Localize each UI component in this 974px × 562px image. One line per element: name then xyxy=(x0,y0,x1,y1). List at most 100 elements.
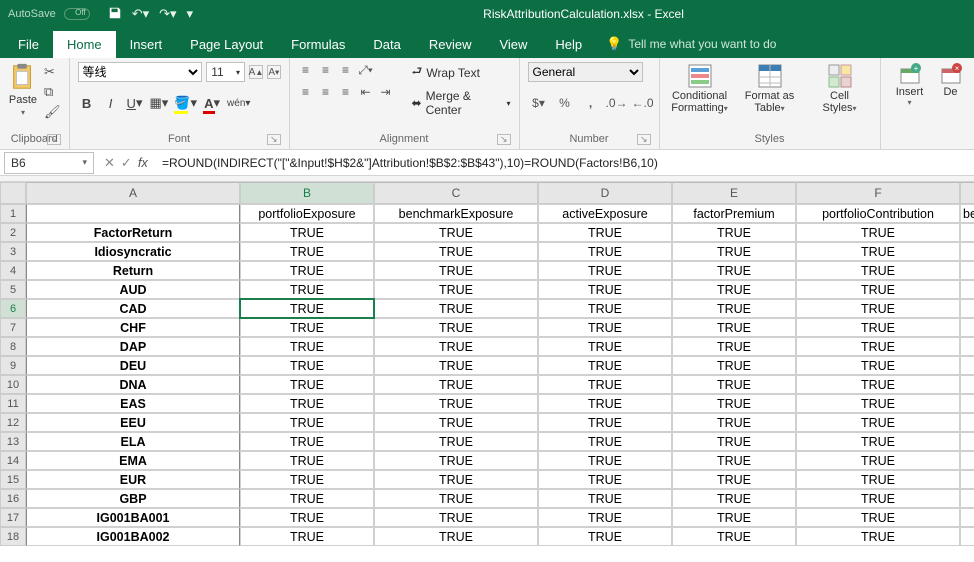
cell[interactable]: TRUE xyxy=(374,470,538,489)
cell[interactable]: TRUE xyxy=(672,413,796,432)
col-header-F[interactable]: F xyxy=(796,182,960,204)
wrap-text-button[interactable]: ⮐ Wrap Text xyxy=(412,62,511,83)
cell[interactable]: TRUE xyxy=(240,375,374,394)
cell[interactable]: FactorReturn xyxy=(26,223,240,242)
row-header-5[interactable]: 5 xyxy=(0,280,26,299)
cell[interactable]: TRUE xyxy=(796,375,960,394)
enter-formula-icon[interactable]: ✓ xyxy=(121,155,132,171)
cell[interactable]: TRUE xyxy=(374,451,538,470)
increase-indent-icon[interactable]: ⇥ xyxy=(378,84,394,100)
delete-cells-button[interactable]: × De xyxy=(937,62,965,98)
cell[interactable]: benchmarkExposure xyxy=(374,204,538,223)
cell[interactable]: Idiosyncratic xyxy=(26,242,240,261)
conditional-formatting-button[interactable]: Conditional Formatting▾ xyxy=(668,62,732,114)
cell[interactable]: EUR xyxy=(26,470,240,489)
cell[interactable]: DAP xyxy=(26,337,240,356)
col-header-A[interactable]: A xyxy=(26,182,240,204)
fill-color-button[interactable]: 🪣▾ xyxy=(174,94,197,112)
cell[interactable]: TRUE xyxy=(672,527,796,546)
tab-view[interactable]: View xyxy=(485,31,541,58)
cell[interactable] xyxy=(960,318,974,337)
align-left-icon[interactable]: ≡ xyxy=(298,84,314,100)
cell[interactable]: TRUE xyxy=(240,432,374,451)
clipboard-launcher[interactable]: ↘ xyxy=(47,134,61,145)
cell[interactable]: TRUE xyxy=(796,489,960,508)
cell[interactable]: TRUE xyxy=(538,280,672,299)
cell[interactable]: TRUE xyxy=(374,223,538,242)
cell[interactable]: TRUE xyxy=(374,413,538,432)
row-header-4[interactable]: 4 xyxy=(0,261,26,280)
cell[interactable] xyxy=(960,337,974,356)
increase-decimal-icon[interactable]: .0→ xyxy=(606,94,628,112)
format-as-table-button[interactable]: Format as Table▾ xyxy=(738,62,802,114)
row-header-2[interactable]: 2 xyxy=(0,223,26,242)
decrease-indent-icon[interactable]: ⇤ xyxy=(358,84,374,100)
cell[interactable]: IG001BA002 xyxy=(26,527,240,546)
align-top-icon[interactable]: ≡ xyxy=(298,62,314,78)
border-button[interactable]: ▦▾ xyxy=(150,94,169,112)
select-all-corner[interactable] xyxy=(0,182,26,204)
tab-file[interactable]: File xyxy=(4,31,53,58)
cell[interactable]: DEU xyxy=(26,356,240,375)
cell[interactable]: portfolioContribution xyxy=(796,204,960,223)
cell[interactable]: TRUE xyxy=(240,470,374,489)
accounting-format-icon[interactable]: $▾ xyxy=(528,94,550,112)
cell[interactable] xyxy=(960,508,974,527)
cell[interactable]: TRUE xyxy=(538,356,672,375)
row-header-7[interactable]: 7 xyxy=(0,318,26,337)
cell[interactable]: TRUE xyxy=(374,432,538,451)
cell[interactable]: TRUE xyxy=(538,413,672,432)
row-header-13[interactable]: 13 xyxy=(0,432,26,451)
cell[interactable]: TRUE xyxy=(796,508,960,527)
cell[interactable] xyxy=(960,356,974,375)
cell[interactable]: TRUE xyxy=(374,280,538,299)
cell[interactable]: be xyxy=(960,204,974,223)
cell[interactable]: TRUE xyxy=(240,337,374,356)
cell[interactable] xyxy=(26,204,240,223)
cell[interactable]: TRUE xyxy=(796,337,960,356)
align-middle-icon[interactable]: ≡ xyxy=(318,62,334,78)
cell[interactable]: TRUE xyxy=(796,432,960,451)
bold-button[interactable]: B xyxy=(78,94,96,112)
cut-icon[interactable]: ✂ xyxy=(44,64,61,80)
cell[interactable]: TRUE xyxy=(672,375,796,394)
col-header-D[interactable]: D xyxy=(538,182,672,204)
row-header-14[interactable]: 14 xyxy=(0,451,26,470)
cell[interactable]: TRUE xyxy=(374,299,538,318)
cell[interactable]: TRUE xyxy=(374,527,538,546)
font-size-select[interactable]: 11▾ xyxy=(206,62,245,82)
alignment-launcher[interactable]: ↘ xyxy=(497,134,511,145)
cell[interactable]: portfolioExposure xyxy=(240,204,374,223)
cell[interactable]: TRUE xyxy=(374,318,538,337)
cell[interactable]: TRUE xyxy=(538,489,672,508)
cell[interactable]: TRUE xyxy=(240,527,374,546)
font-color-button[interactable]: A▾ xyxy=(203,94,221,112)
tab-insert[interactable]: Insert xyxy=(116,31,177,58)
tab-page-layout[interactable]: Page Layout xyxy=(176,31,277,58)
cell[interactable] xyxy=(960,489,974,508)
cell[interactable]: EEU xyxy=(26,413,240,432)
cell[interactable]: TRUE xyxy=(538,527,672,546)
phonetic-button[interactable]: wén▾ xyxy=(227,94,250,112)
tab-data[interactable]: Data xyxy=(359,31,414,58)
insert-cells-button[interactable]: + Insert▾ xyxy=(889,62,931,107)
cell[interactable]: TRUE xyxy=(672,451,796,470)
row-header-18[interactable]: 18 xyxy=(0,527,26,546)
cell[interactable]: TRUE xyxy=(796,394,960,413)
row-header-6[interactable]: 6 xyxy=(0,299,26,318)
tell-me[interactable]: 💡 Tell me what you want to do xyxy=(596,30,786,58)
cell[interactable]: TRUE xyxy=(796,261,960,280)
percent-format-icon[interactable]: % xyxy=(554,94,576,112)
cell[interactable]: TRUE xyxy=(374,261,538,280)
cell[interactable]: TRUE xyxy=(672,280,796,299)
cell[interactable]: TRUE xyxy=(240,223,374,242)
cell[interactable]: TRUE xyxy=(538,470,672,489)
cell[interactable]: TRUE xyxy=(374,242,538,261)
tab-help[interactable]: Help xyxy=(541,31,596,58)
row-header-9[interactable]: 9 xyxy=(0,356,26,375)
cell[interactable]: TRUE xyxy=(796,318,960,337)
cell[interactable]: TRUE xyxy=(240,394,374,413)
cell[interactable]: AUD xyxy=(26,280,240,299)
cell[interactable]: TRUE xyxy=(672,223,796,242)
cell[interactable]: IG001BA001 xyxy=(26,508,240,527)
